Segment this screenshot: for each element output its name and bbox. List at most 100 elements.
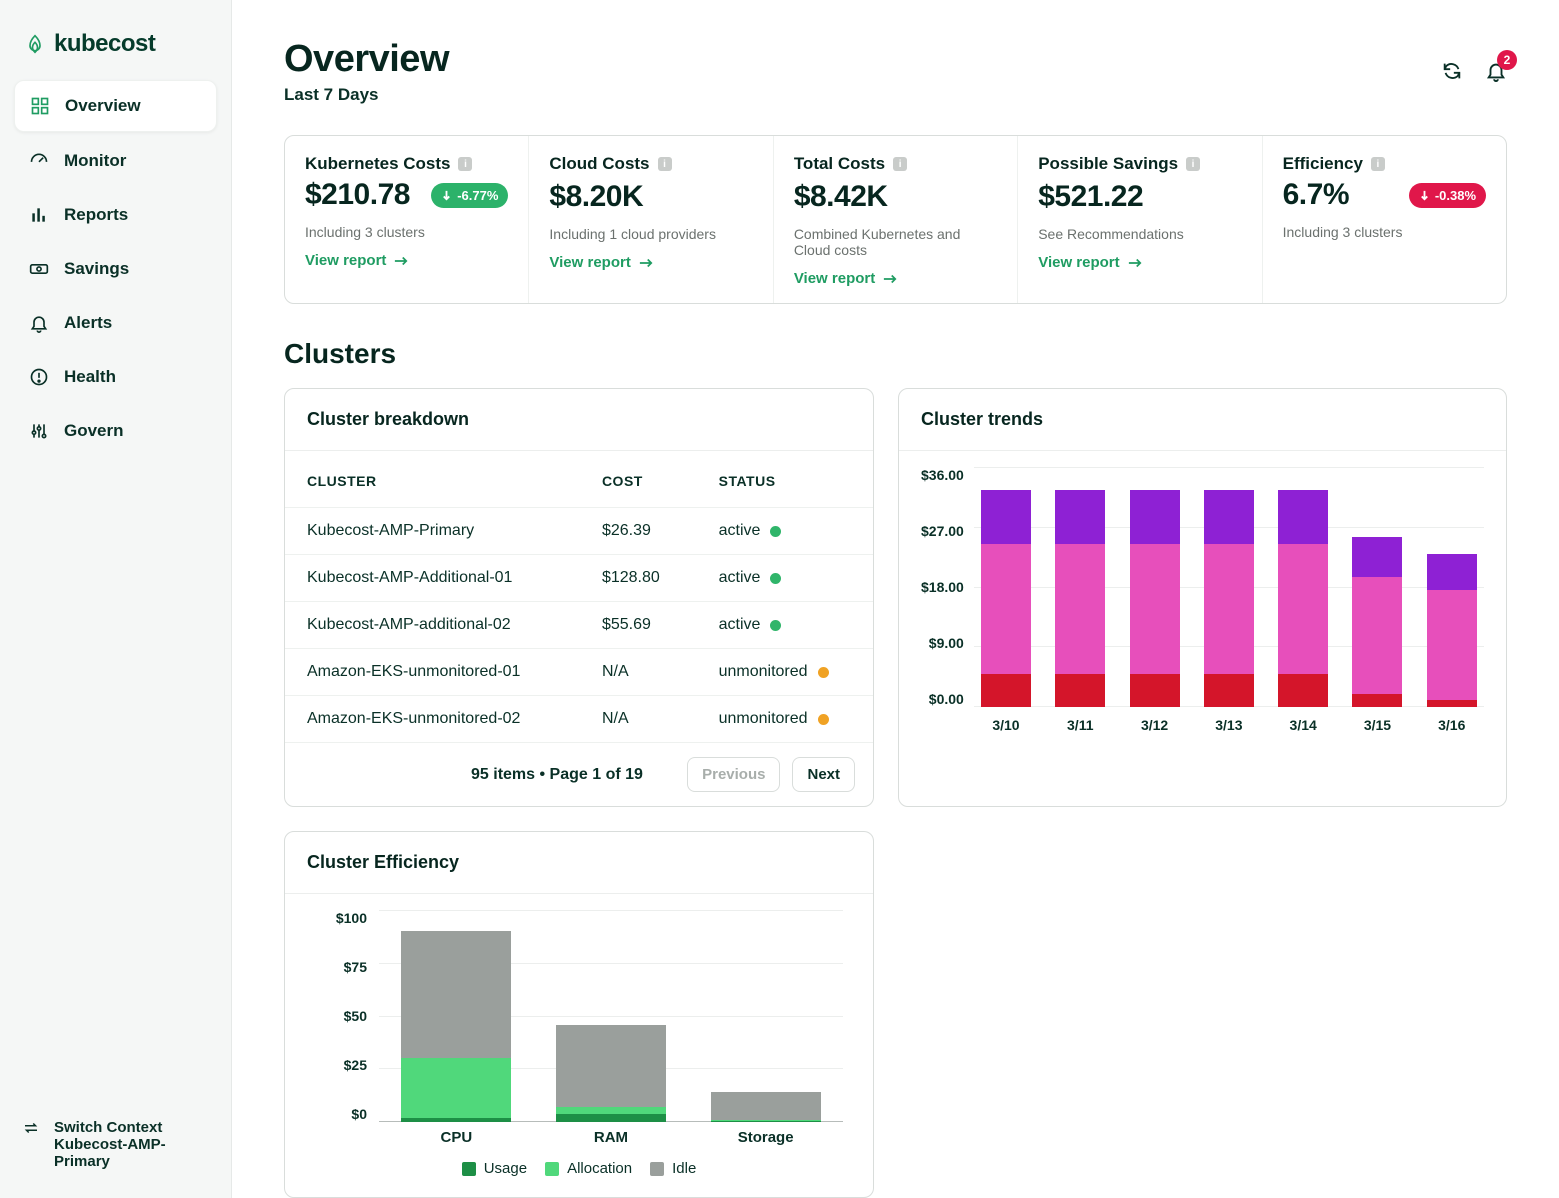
view-report-link[interactable]: View report — [549, 254, 752, 271]
cell-status: active — [697, 555, 873, 602]
trends-bar[interactable] — [981, 490, 1031, 707]
previous-button[interactable]: Previous — [687, 757, 780, 792]
status-dot-icon — [770, 526, 781, 537]
sidebar: kubecost Overview Monitor Reports — [0, 0, 232, 1198]
efficiency-bar[interactable] — [401, 931, 511, 1122]
card-cloud-costs: Cloud Costs i $8.20K Including 1 cloud p… — [529, 136, 773, 303]
table-row[interactable]: Kubecost-AMP-Primary$26.39active — [285, 508, 873, 555]
trends-bar[interactable] — [1204, 490, 1254, 707]
table-row[interactable]: Amazon-EKS-unmonitored-02N/Aunmonitored — [285, 696, 873, 743]
arrow-down-icon — [441, 190, 452, 201]
table-row[interactable]: Kubecost-AMP-Additional-01$128.80active — [285, 555, 873, 602]
brand-name: kubecost — [54, 30, 155, 58]
ytick: $100 — [336, 910, 367, 926]
cluster-efficiency-panel: Cluster Efficiency $100$75$50$25$0 CPURA… — [284, 831, 874, 1198]
info-icon[interactable]: i — [658, 157, 672, 171]
panel-title: Cluster Efficiency — [285, 832, 873, 894]
gauge-icon — [28, 150, 50, 172]
sidebar-item-label: Savings — [64, 259, 129, 279]
trend-chip: -0.38% — [1409, 183, 1486, 208]
sidebar-item-label: Alerts — [64, 313, 112, 333]
trends-bar[interactable] — [1278, 490, 1328, 707]
cell-status: unmonitored — [697, 649, 873, 696]
xtick: 3/16 — [1427, 717, 1477, 733]
sidebar-item-alerts[interactable]: Alerts — [14, 298, 217, 348]
xtick: 3/14 — [1278, 717, 1328, 733]
efficiency-bar[interactable] — [711, 1092, 821, 1122]
alert-circle-icon — [28, 366, 50, 388]
ytick: $0.00 — [929, 691, 964, 707]
card-kubernetes-costs: Kubernetes Costs i $210.78 -6.77% Includ… — [285, 136, 529, 303]
brand-logo[interactable]: kubecost — [14, 30, 217, 80]
sidebar-item-savings[interactable]: Savings — [14, 244, 217, 294]
table-row[interactable]: Amazon-EKS-unmonitored-01N/Aunmonitored — [285, 649, 873, 696]
cell-cost: $26.39 — [580, 508, 697, 555]
xtick: CPU — [401, 1129, 511, 1146]
cluster-table: CLUSTER COST STATUS Kubecost-AMP-Primary… — [285, 451, 873, 742]
ytick: $50 — [344, 1008, 367, 1024]
card-note: Including 3 clusters — [305, 224, 508, 240]
col-cost[interactable]: COST — [580, 451, 697, 508]
main: Overview Last 7 Days 2 Kubernetes Costs … — [232, 0, 1559, 1198]
card-title: Cloud Costs — [549, 154, 649, 174]
view-report-link[interactable]: View report — [1038, 254, 1241, 271]
card-title: Total Costs — [794, 154, 885, 174]
xtick: 3/12 — [1130, 717, 1180, 733]
sidebar-item-reports[interactable]: Reports — [14, 190, 217, 240]
sidebar-item-monitor[interactable]: Monitor — [14, 136, 217, 186]
col-status[interactable]: STATUS — [697, 451, 873, 508]
info-icon[interactable]: i — [1186, 157, 1200, 171]
ytick: $0 — [351, 1106, 367, 1122]
trends-bar[interactable] — [1055, 490, 1105, 707]
sidebar-item-overview[interactable]: Overview — [14, 80, 217, 132]
card-note: Combined Kubernetes and Cloud costs — [794, 226, 997, 258]
cluster-trends-panel: Cluster trends $36.00$27.00$18.00$9.00$0… — [898, 388, 1507, 807]
refresh-icon — [1441, 60, 1463, 82]
cell-cost: N/A — [580, 649, 697, 696]
table-row[interactable]: Kubecost-AMP-additional-02$55.69active — [285, 602, 873, 649]
trends-bar[interactable] — [1427, 554, 1477, 707]
refresh-button[interactable] — [1441, 60, 1463, 87]
trends-bar[interactable] — [1352, 537, 1402, 707]
sidebar-item-label: Health — [64, 367, 116, 387]
sidebar-item-health[interactable]: Health — [14, 352, 217, 402]
switch-context-title: Switch Context — [54, 1119, 209, 1136]
info-icon[interactable]: i — [1371, 157, 1385, 171]
arrow-right-icon — [1128, 257, 1142, 269]
notifications-button[interactable]: 2 — [1485, 60, 1507, 87]
xtick: Storage — [711, 1129, 821, 1146]
bars-icon — [28, 204, 50, 226]
info-icon[interactable]: i — [893, 157, 907, 171]
cell-cluster: Kubecost-AMP-Primary — [285, 508, 580, 555]
trends-bar[interactable] — [1130, 490, 1180, 707]
info-icon[interactable]: i — [458, 157, 472, 171]
cell-cost: N/A — [580, 696, 697, 743]
card-value: $210.78 — [305, 178, 410, 212]
ytick: $36.00 — [921, 467, 964, 483]
card-note: See Recommendations — [1038, 226, 1241, 242]
legend-item: Allocation — [545, 1160, 632, 1177]
page-title: Overview — [284, 38, 449, 81]
ytick: $27.00 — [921, 523, 964, 539]
cell-status: unmonitored — [697, 696, 873, 743]
arrow-down-icon — [1419, 190, 1430, 201]
col-cluster[interactable]: CLUSTER — [285, 451, 580, 508]
card-title: Efficiency — [1283, 154, 1363, 174]
trend-chip: -6.77% — [431, 183, 508, 208]
cell-cluster: Kubecost-AMP-Additional-01 — [285, 555, 580, 602]
xtick: 3/11 — [1055, 717, 1105, 733]
cell-cluster: Amazon-EKS-unmonitored-02 — [285, 696, 580, 743]
cell-cost: $55.69 — [580, 602, 697, 649]
swap-icon — [22, 1119, 40, 1141]
card-total-costs: Total Costs i $8.42K Combined Kubernetes… — [774, 136, 1018, 303]
card-note: Including 3 clusters — [1283, 224, 1486, 240]
switch-context[interactable]: Switch Context Kubecost-AMP-Primary — [14, 1109, 217, 1180]
view-report-link[interactable]: View report — [305, 252, 508, 269]
card-value: $8.20K — [549, 180, 752, 214]
sidebar-item-govern[interactable]: Govern — [14, 406, 217, 456]
next-button[interactable]: Next — [792, 757, 855, 792]
view-report-link[interactable]: View report — [794, 270, 997, 287]
pagination-summary: 95 items • Page 1 of 19 — [303, 766, 643, 784]
notifications-count: 2 — [1497, 50, 1517, 70]
efficiency-bar[interactable] — [556, 1025, 666, 1123]
